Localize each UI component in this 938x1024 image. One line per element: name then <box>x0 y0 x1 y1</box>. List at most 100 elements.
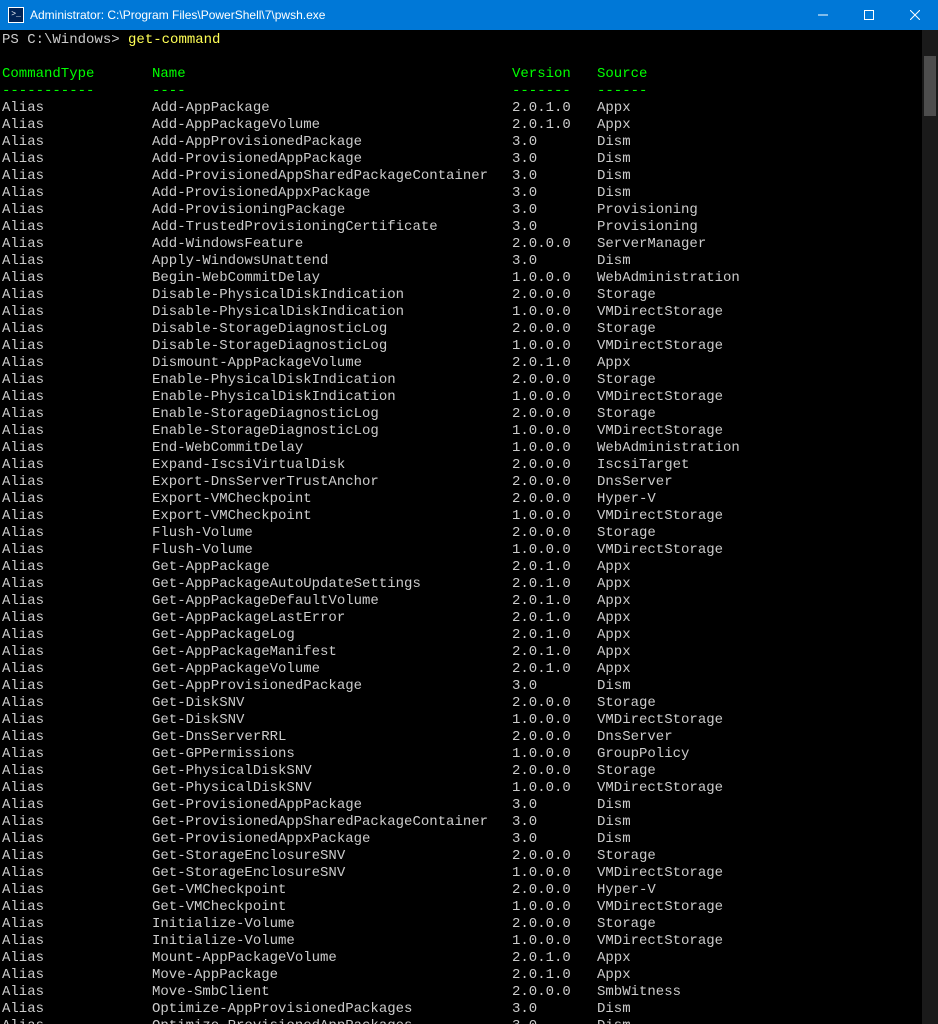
cell-version: 2.0.1.0 <box>512 627 597 644</box>
cell-type: Alias <box>2 321 152 338</box>
cell-source: VMDirectStorage <box>597 899 723 916</box>
cell-source: Storage <box>597 525 656 542</box>
prompt-line: PS C:\Windows> get-command <box>2 32 938 49</box>
cell-version: 2.0.1.0 <box>512 576 597 593</box>
cell-source: WebAdministration <box>597 270 740 287</box>
cell-name: Disable-StorageDiagnosticLog <box>152 338 512 355</box>
cell-source: Storage <box>597 372 656 389</box>
window-titlebar[interactable]: Administrator: C:\Program Files\PowerShe… <box>0 0 938 30</box>
cell-version: 2.0.1.0 <box>512 610 597 627</box>
cell-version: 2.0.0.0 <box>512 525 597 542</box>
cell-version: 2.0.0.0 <box>512 236 597 253</box>
cell-version: 2.0.0.0 <box>512 763 597 780</box>
cell-name: Get-AppPackageLog <box>152 627 512 644</box>
table-row: AliasExpand-IscsiVirtualDisk2.0.0.0Iscsi… <box>2 457 938 474</box>
maximize-button[interactable] <box>846 0 892 30</box>
scrollbar-thumb[interactable] <box>924 56 936 116</box>
cell-version: 1.0.0.0 <box>512 508 597 525</box>
cell-name: Get-StorageEnclosureSNV <box>152 848 512 865</box>
cell-version: 1.0.0.0 <box>512 746 597 763</box>
vertical-scrollbar[interactable] <box>922 30 938 1024</box>
cell-source: Appx <box>597 950 631 967</box>
cell-source: Dism <box>597 1018 631 1024</box>
cell-name: Get-AppPackageManifest <box>152 644 512 661</box>
cell-type: Alias <box>2 950 152 967</box>
cell-version: 2.0.1.0 <box>512 661 597 678</box>
cell-name: Move-SmbClient <box>152 984 512 1001</box>
table-row: AliasDisable-StorageDiagnosticLog1.0.0.0… <box>2 338 938 355</box>
cell-type: Alias <box>2 610 152 627</box>
cell-name: Expand-IscsiVirtualDisk <box>152 457 512 474</box>
cell-type: Alias <box>2 525 152 542</box>
cell-source: Appx <box>597 355 631 372</box>
table-row: AliasGet-AppProvisionedPackage3.0Dism <box>2 678 938 695</box>
table-row: AliasAdd-ProvisionedAppSharedPackageCont… <box>2 168 938 185</box>
cell-type: Alias <box>2 474 152 491</box>
cell-version: 2.0.0.0 <box>512 491 597 508</box>
cell-name: Initialize-Volume <box>152 933 512 950</box>
cell-type: Alias <box>2 117 152 134</box>
typed-command: get-command <box>128 32 220 48</box>
cell-source: Appx <box>597 610 631 627</box>
table-row: AliasFlush-Volume2.0.0.0Storage <box>2 525 938 542</box>
cell-version: 1.0.0.0 <box>512 389 597 406</box>
cell-source: VMDirectStorage <box>597 338 723 355</box>
cell-version: 2.0.0.0 <box>512 457 597 474</box>
minimize-button[interactable] <box>800 0 846 30</box>
table-row: AliasEnable-StorageDiagnosticLog1.0.0.0V… <box>2 423 938 440</box>
cell-version: 2.0.1.0 <box>512 967 597 984</box>
cell-name: Add-ProvisionedAppxPackage <box>152 185 512 202</box>
table-row: AliasOptimize-AppProvisionedPackages3.0D… <box>2 1001 938 1018</box>
cell-version: 3.0 <box>512 134 597 151</box>
cell-source: Dism <box>597 151 631 168</box>
cell-source: Appx <box>597 117 631 134</box>
cell-version: 2.0.0.0 <box>512 321 597 338</box>
cell-name: Apply-WindowsUnattend <box>152 253 512 270</box>
cell-source: DnsServer <box>597 474 673 491</box>
cell-version: 1.0.0.0 <box>512 304 597 321</box>
cell-type: Alias <box>2 134 152 151</box>
cell-name: Get-VMCheckpoint <box>152 882 512 899</box>
cell-name: Get-ProvisionedAppxPackage <box>152 831 512 848</box>
cell-version: 2.0.1.0 <box>512 593 597 610</box>
cell-type: Alias <box>2 236 152 253</box>
cell-source: GroupPolicy <box>597 746 689 763</box>
cell-version: 3.0 <box>512 185 597 202</box>
cell-name: Flush-Volume <box>152 542 512 559</box>
table-row: AliasMount-AppPackageVolume2.0.1.0Appx <box>2 950 938 967</box>
cell-type: Alias <box>2 797 152 814</box>
cell-source: VMDirectStorage <box>597 865 723 882</box>
cell-type: Alias <box>2 287 152 304</box>
table-row: AliasDisable-PhysicalDiskIndication1.0.0… <box>2 304 938 321</box>
cell-name: Add-ProvisionedAppSharedPackageContainer <box>152 168 512 185</box>
cell-type: Alias <box>2 984 152 1001</box>
cell-type: Alias <box>2 763 152 780</box>
table-row: AliasGet-AppPackageLastError2.0.1.0Appx <box>2 610 938 627</box>
table-row: AliasGet-AppPackageManifest2.0.1.0Appx <box>2 644 938 661</box>
table-row: AliasGet-StorageEnclosureSNV2.0.0.0Stora… <box>2 848 938 865</box>
cell-source: Storage <box>597 321 656 338</box>
terminal-area[interactable]: PS C:\Windows> get-command CommandTypeNa… <box>0 30 938 1024</box>
cell-type: Alias <box>2 729 152 746</box>
cell-source: Dism <box>597 185 631 202</box>
table-row: AliasExport-VMCheckpoint1.0.0.0VMDirectS… <box>2 508 938 525</box>
table-row: AliasAdd-ProvisionedAppxPackage3.0Dism <box>2 185 938 202</box>
table-row: AliasAdd-ProvisionedAppPackage3.0Dism <box>2 151 938 168</box>
cell-type: Alias <box>2 151 152 168</box>
table-row: AliasGet-StorageEnclosureSNV1.0.0.0VMDir… <box>2 865 938 882</box>
cell-version: 2.0.0.0 <box>512 729 597 746</box>
cell-source: Appx <box>597 559 631 576</box>
cell-source: VMDirectStorage <box>597 423 723 440</box>
cell-type: Alias <box>2 661 152 678</box>
window-title: Administrator: C:\Program Files\PowerShe… <box>30 8 800 22</box>
cell-type: Alias <box>2 967 152 984</box>
cell-type: Alias <box>2 831 152 848</box>
header-row: CommandTypeNameVersionSource <box>2 66 938 83</box>
cell-version: 3.0 <box>512 168 597 185</box>
cell-name: Get-AppPackageDefaultVolume <box>152 593 512 610</box>
cell-source: Hyper-V <box>597 491 656 508</box>
cell-source: Storage <box>597 695 656 712</box>
close-button[interactable] <box>892 0 938 30</box>
cell-name: Add-AppPackageVolume <box>152 117 512 134</box>
cell-type: Alias <box>2 695 152 712</box>
